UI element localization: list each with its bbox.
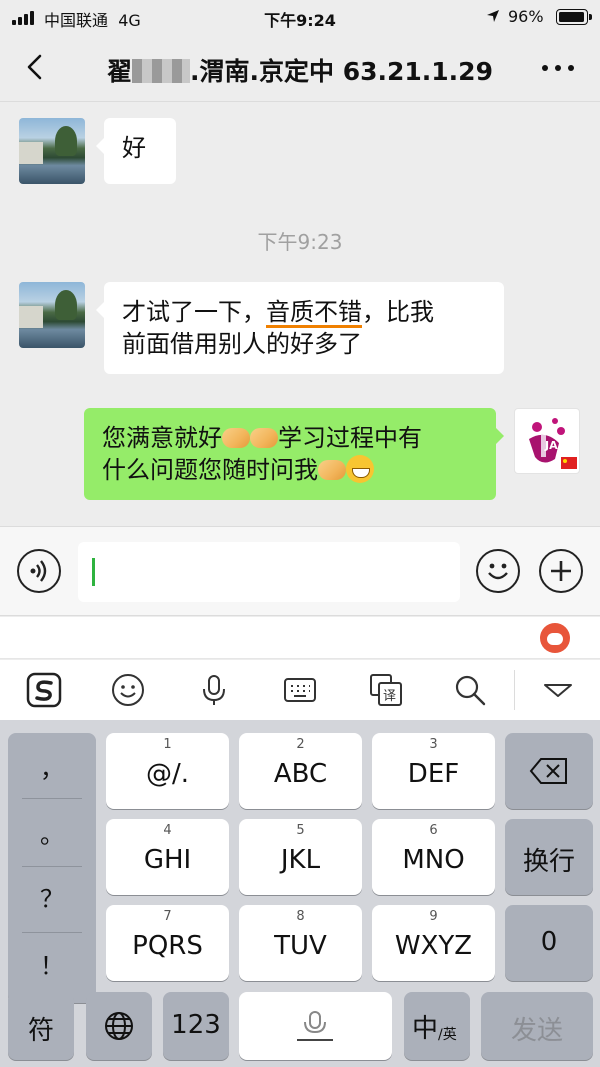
delete-key[interactable] xyxy=(505,733,593,809)
key-1[interactable]: 1 @/. xyxy=(106,733,229,809)
key-0[interactable]: 0 xyxy=(505,905,593,981)
voice-icon[interactable] xyxy=(17,549,61,593)
message-text: 好 xyxy=(122,134,146,162)
emoji-icon[interactable] xyxy=(476,549,520,593)
collapse-icon[interactable] xyxy=(540,672,576,708)
globe-key[interactable] xyxy=(86,992,152,1060)
underlined-text: 音质不错 xyxy=(266,298,362,326)
handshake-icon xyxy=(318,460,346,480)
number-mode-key[interactable]: 123 xyxy=(163,992,229,1060)
avatar-self[interactable]: JAZZ xyxy=(514,408,580,474)
key-4[interactable]: 4 GHI xyxy=(106,819,229,895)
message-line: 才试了一下，音质不错，比我 xyxy=(122,298,434,326)
globe-icon xyxy=(105,1012,133,1040)
message-input[interactable] xyxy=(78,542,460,602)
message-bubble[interactable]: 好 xyxy=(96,118,176,184)
message-line: 您满意就好 学习过程中有 xyxy=(102,424,422,452)
key-2[interactable]: 2 ABC xyxy=(239,733,362,809)
translate-icon[interactable]: 译 xyxy=(368,672,404,708)
text-caret xyxy=(92,558,95,586)
microphone-icon[interactable] xyxy=(196,672,232,708)
avatar[interactable] xyxy=(19,282,85,348)
punc-key-comma[interactable]: ， xyxy=(8,749,96,784)
message-bubble[interactable]: 才试了一下，音质不错，比我 前面借用别人的好多了 xyxy=(96,282,504,374)
send-key[interactable]: 发送 xyxy=(481,992,593,1060)
key-3[interactable]: 3 DEF xyxy=(372,733,495,809)
punc-key-period[interactable]: 。 xyxy=(8,815,96,850)
space-key[interactable] xyxy=(239,992,392,1060)
more-dots-icon[interactable] xyxy=(542,65,574,73)
delete-icon xyxy=(529,758,567,784)
sogou-logo-icon[interactable] xyxy=(26,672,62,708)
timestamp: 下午9:23 xyxy=(257,230,343,254)
symbol-key[interactable]: 符 xyxy=(8,992,74,1060)
chat-header: 翟 .渭南.京定中 63.21.1.29 xyxy=(0,34,600,102)
key-5[interactable]: 5 JKL xyxy=(239,819,362,895)
svg-text:JAZZ: JAZZ xyxy=(544,439,574,452)
keyboard-icon[interactable] xyxy=(282,672,318,708)
key-9[interactable]: 9 WXYZ xyxy=(372,905,495,981)
grin-emoji-icon xyxy=(346,455,374,483)
punc-key-question[interactable]: ？ xyxy=(8,879,96,914)
chat-input-bar xyxy=(0,526,600,616)
return-key[interactable]: 换行 xyxy=(505,819,593,895)
battery-icon xyxy=(556,9,592,25)
svg-text:译: 译 xyxy=(383,689,396,704)
jazz-logo-icon: JAZZ xyxy=(529,418,577,469)
location-arrow-icon xyxy=(487,10,499,22)
key-7[interactable]: 7 PQRS xyxy=(106,905,229,981)
message-line: 什么问题您随时问我 xyxy=(102,454,478,486)
handshake-icon xyxy=(222,428,250,448)
key-6[interactable]: 6 MNO xyxy=(372,819,495,895)
avatar[interactable] xyxy=(19,118,85,184)
keyboard-emoji-icon[interactable] xyxy=(110,672,146,708)
redacted-block xyxy=(132,59,191,83)
handshake-icon xyxy=(250,428,278,448)
key-8[interactable]: 8 TUV xyxy=(239,905,362,981)
chat-title: 翟 .渭南.京定中 63.21.1.29 xyxy=(107,57,493,86)
search-icon[interactable] xyxy=(452,672,488,708)
battery-percent: 96% xyxy=(508,7,544,26)
keyboard: ， 。 ？ ！ 1 @/. 2 ABC 3 DEF 4 GHI 5 JKL 6 MNO 换行… xyxy=(0,720,600,1067)
language-switch-key[interactable]: 中/英 xyxy=(404,992,470,1060)
punctuation-column: ， 。 ？ ！ xyxy=(8,733,96,1003)
microphone-icon xyxy=(297,1011,333,1041)
ime-candidate-strip xyxy=(0,617,600,659)
status-bar: 中国联通 4G 下午9:24 96% xyxy=(0,0,600,34)
message-bubble-sent[interactable]: 您满意就好 学习过程中有 什么问题您随时问我 xyxy=(84,408,504,500)
ime-toolbar: 译 xyxy=(0,660,600,720)
chevron-left-icon[interactable] xyxy=(18,50,52,84)
punc-key-exclaim[interactable]: ！ xyxy=(8,946,96,981)
message-line: 前面借用别人的好多了 xyxy=(122,330,362,358)
sogou-mascot-icon[interactable] xyxy=(540,623,570,653)
plus-icon[interactable] xyxy=(539,549,583,593)
